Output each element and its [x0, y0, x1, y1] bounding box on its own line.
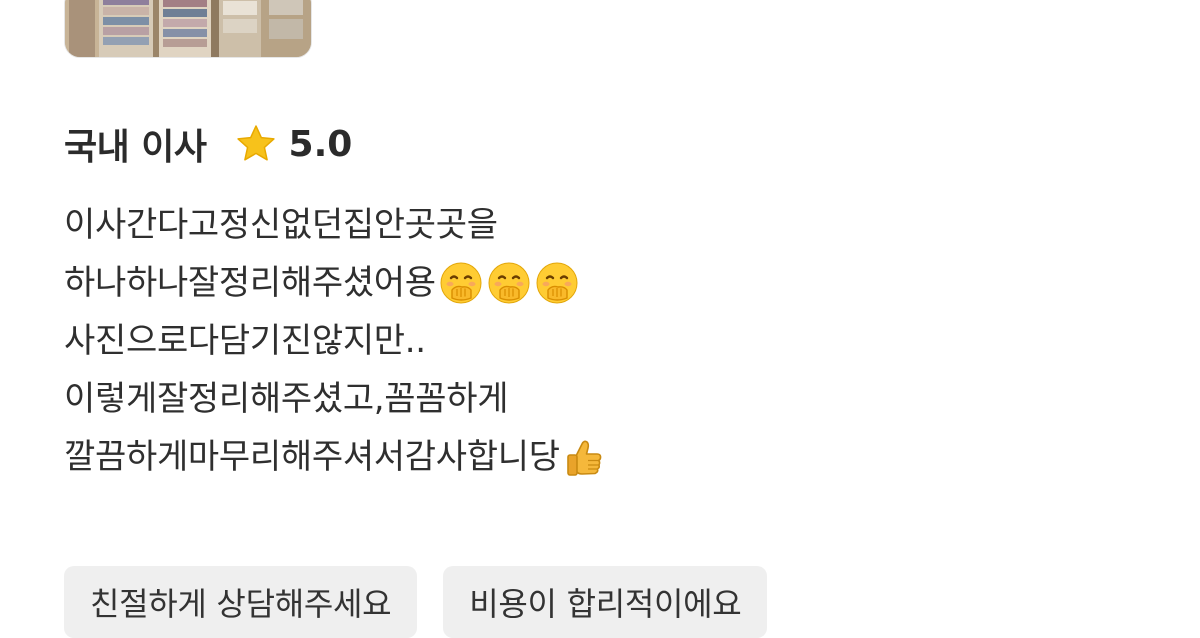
review-line-text: 이렇게잘정리해주셨고,꼼꼼하게: [64, 379, 509, 419]
review-text: 이사간다고정신없던집안곳곳을 하나하나잘정리해주셨어용 사진으로다담기진않지만.…: [64, 196, 1144, 486]
hand-over-mouth-emoji-icon: [534, 260, 580, 306]
review-line: 이사간다고정신없던집안곳곳을: [64, 196, 1144, 254]
hand-over-mouth-emoji-icon: [486, 260, 532, 306]
review-line-text: 이사간다고정신없던집안곳곳을: [64, 205, 498, 245]
star-icon: [235, 123, 277, 165]
review-line: 이렇게잘정리해주셨고,꼼꼼하게: [64, 370, 1144, 428]
review-line-text: 사진으로다담기진않지만..: [64, 321, 426, 361]
review-line: 깔끔하게마무리해주셔서감사합니당: [64, 428, 1144, 486]
review-header: 국내 이사 5.0: [64, 118, 352, 170]
review-line-text: 하나하나잘정리해주셨어용: [64, 263, 436, 303]
review-photo-thumbnail[interactable]: [64, 0, 312, 58]
service-category: 국내 이사: [64, 127, 207, 168]
review-line-text: 깔끔하게마무리해주셔서감사합니당: [64, 437, 560, 477]
rating-score: 5.0: [288, 123, 353, 165]
review-tags: 친절하게 상담해주세요 비용이 합리적이에요: [64, 566, 768, 638]
review-line: 사진으로다담기진않지만..: [64, 312, 1144, 370]
review-line: 하나하나잘정리해주셨어용: [64, 254, 1144, 312]
hand-over-mouth-emoji-icon: [438, 260, 484, 306]
review-photo-image: [65, 0, 311, 57]
review-tag-chip[interactable]: 비용이 합리적이에요: [443, 566, 768, 638]
review-tag-chip[interactable]: 친절하게 상담해주세요: [64, 566, 418, 638]
thumbs-up-emoji-icon: [562, 434, 608, 480]
